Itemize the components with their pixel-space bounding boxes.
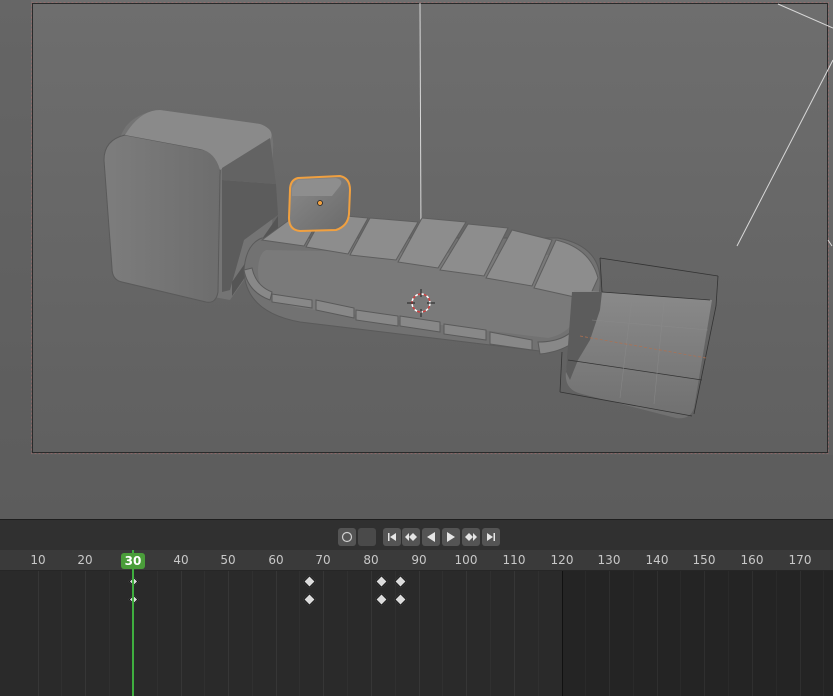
ruler-label: 160 <box>740 553 764 567</box>
keying-icon <box>361 531 373 543</box>
play-icon <box>447 532 455 542</box>
grid-line <box>299 571 300 696</box>
selected-cube-object[interactable] <box>287 174 352 233</box>
grid-line <box>204 571 205 696</box>
grid-line <box>276 571 277 696</box>
playhead-line[interactable] <box>132 550 134 696</box>
ruler-label: 130 <box>597 553 621 567</box>
grid-line <box>490 571 491 696</box>
keyframe[interactable] <box>303 593 316 606</box>
end-frame-marker <box>562 571 563 696</box>
grid-line <box>538 571 539 696</box>
ruler-label: 120 <box>550 553 574 567</box>
previous-keyframe-icon <box>405 533 417 541</box>
ruler-label: 20 <box>77 553 93 567</box>
ruler-label: 40 <box>173 553 189 567</box>
ruler-label: 50 <box>220 553 236 567</box>
ruler-label: 80 <box>363 553 379 567</box>
grid-line <box>181 571 182 696</box>
keyframe[interactable] <box>375 593 388 606</box>
jump-to-start-button[interactable] <box>383 528 401 546</box>
ruler-label: 60 <box>268 553 284 567</box>
3d-viewport[interactable] <box>0 0 833 519</box>
current-frame-indicator[interactable]: 30 <box>121 553 145 569</box>
ruler-label: 140 <box>645 553 669 567</box>
ruler-label: 170 <box>788 553 812 567</box>
timeline-header <box>0 520 833 550</box>
keyframe[interactable] <box>375 575 388 588</box>
keyframe[interactable] <box>394 575 407 588</box>
ruler-label: 90 <box>411 553 427 567</box>
grid-line <box>323 571 324 696</box>
ruler-label: 110 <box>502 553 526 567</box>
grid-line <box>395 571 396 696</box>
keyframe[interactable] <box>303 575 316 588</box>
ruler-label: 10 <box>30 553 46 567</box>
play-reverse-icon <box>427 532 435 542</box>
grid-line <box>109 571 110 696</box>
jump-to-start-icon <box>388 533 396 541</box>
out-of-range-region <box>563 571 833 696</box>
timeline-editor[interactable]: 10 20 30 40 50 60 70 80 90 100 110 120 1… <box>0 519 833 696</box>
grid-line <box>466 571 467 696</box>
grid-line <box>371 571 372 696</box>
play-button[interactable] <box>442 528 460 546</box>
keying-button[interactable] <box>358 528 376 546</box>
grid-line <box>252 571 253 696</box>
grid-line <box>228 571 229 696</box>
grid-line <box>419 571 420 696</box>
ruler-label: 150 <box>692 553 716 567</box>
grid-line <box>157 571 158 696</box>
viewport-canvas[interactable] <box>0 0 833 519</box>
grid-line <box>442 571 443 696</box>
previous-keyframe-button[interactable] <box>402 528 420 546</box>
grid-line <box>85 571 86 696</box>
grid-line <box>514 571 515 696</box>
grid-line <box>347 571 348 696</box>
record-button[interactable] <box>338 528 356 546</box>
ruler-label: 100 <box>454 553 478 567</box>
play-reverse-button[interactable] <box>422 528 440 546</box>
next-keyframe-icon <box>465 533 477 541</box>
grid-line <box>61 571 62 696</box>
record-icon <box>341 531 353 543</box>
next-keyframe-button[interactable] <box>462 528 480 546</box>
jump-to-end-button[interactable] <box>482 528 500 546</box>
jump-to-end-icon <box>487 533 495 541</box>
keyframe-track-area[interactable] <box>0 571 833 696</box>
keyframe[interactable] <box>394 593 407 606</box>
ruler-label: 70 <box>315 553 331 567</box>
grid-line <box>38 571 39 696</box>
